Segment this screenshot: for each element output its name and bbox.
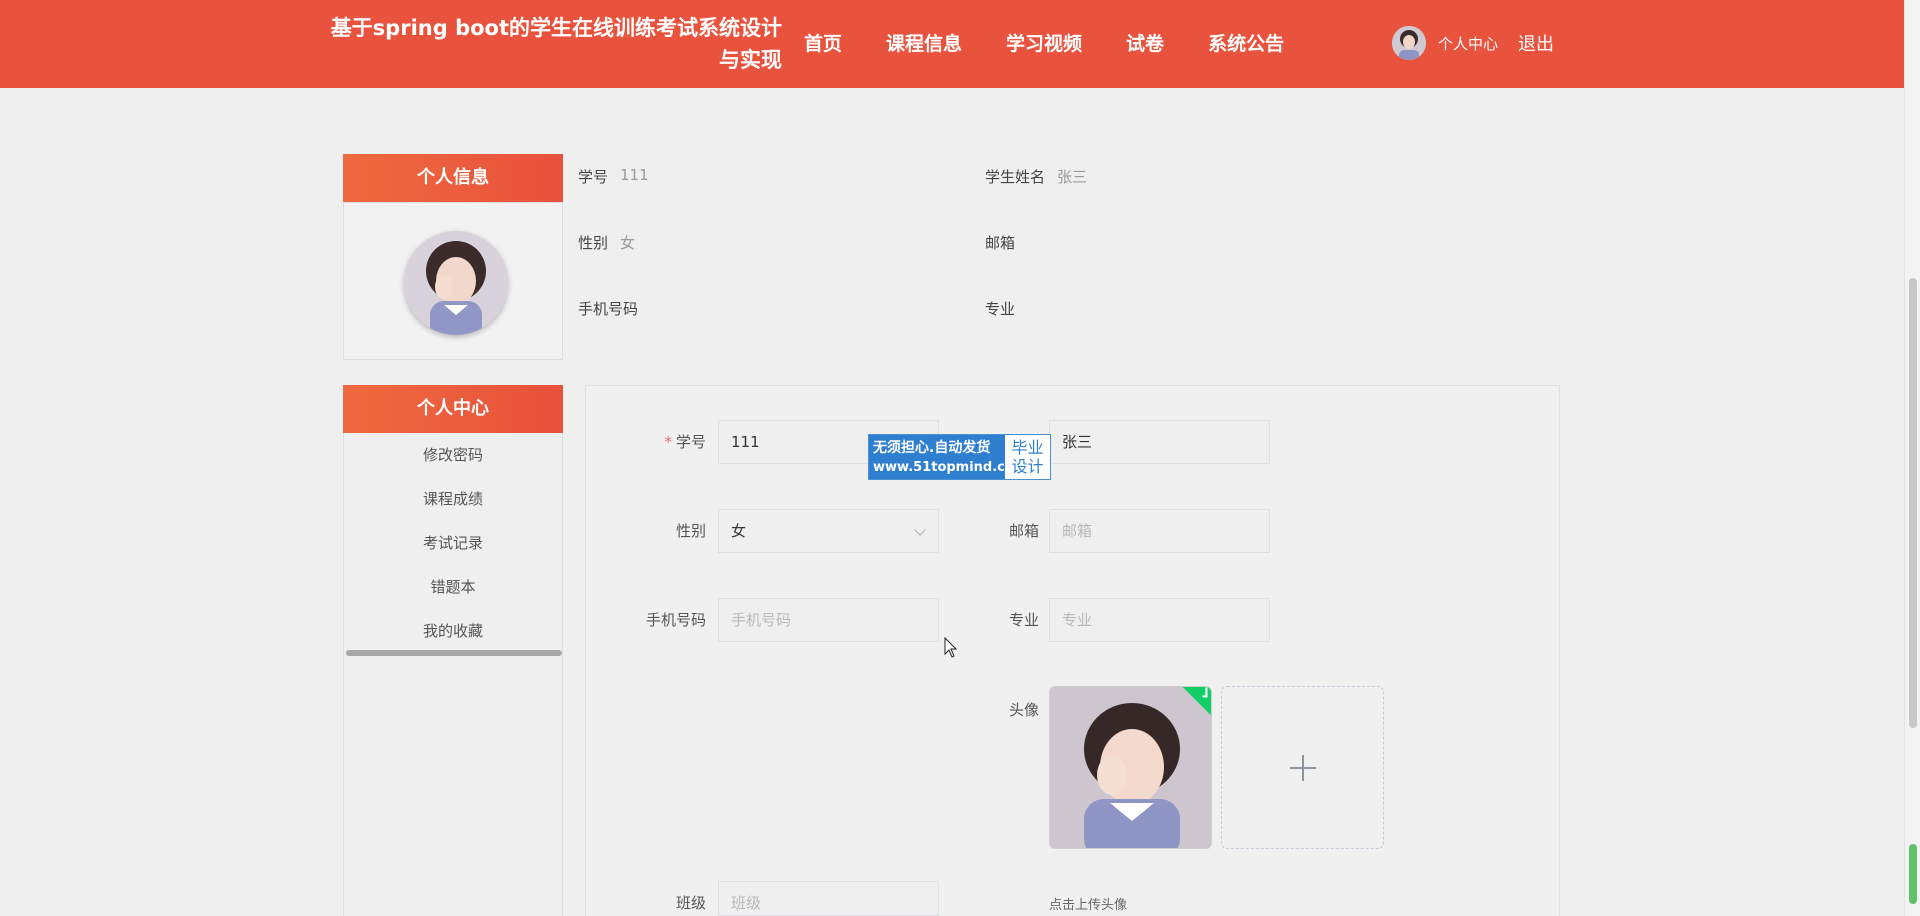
- avatar-upload-button[interactable]: [1221, 686, 1384, 849]
- gender-select[interactable]: 女: [718, 509, 939, 553]
- personal-center-menu: 修改密码 课程成绩 考试记录 错题本 我的收藏: [343, 433, 563, 916]
- avatar[interactable]: [1392, 26, 1426, 60]
- user-center-link[interactable]: 个人中心: [1438, 33, 1498, 54]
- form-avatar-label: 头像: [1008, 701, 1039, 719]
- profile-avatar-image: [404, 231, 508, 335]
- personal-info-heading: 个人信息: [343, 154, 563, 202]
- major-input[interactable]: 专业: [1049, 598, 1270, 642]
- email-input[interactable]: 邮箱: [1049, 509, 1270, 553]
- form-class-label: 班级: [675, 894, 706, 912]
- gender-select-value: 女: [731, 522, 747, 540]
- watermark-line1: 无须担心.自动发货: [873, 440, 991, 456]
- class-input[interactable]: 班级: [718, 881, 939, 916]
- menu-my-favorites[interactable]: 我的收藏: [344, 609, 562, 653]
- scrollbar-thumb[interactable]: [1909, 278, 1917, 728]
- required-mark: *: [664, 433, 672, 451]
- menu-change-password[interactable]: 修改密码: [344, 433, 562, 477]
- menu-scrollbar[interactable]: [346, 650, 562, 656]
- info-gender-label: 性别: [578, 234, 609, 252]
- form-phone-label: 手机号码: [645, 611, 706, 629]
- menu-course-scores[interactable]: 课程成绩: [344, 477, 562, 521]
- watermark-url: www.51topmind.com: [873, 460, 1028, 475]
- info-student-no-label: 学号: [578, 168, 609, 186]
- info-name-label: 学生姓名: [985, 168, 1046, 186]
- info-email-label: 邮箱: [985, 234, 1016, 252]
- form-student-no-label-text: 学号: [675, 433, 706, 451]
- site-title: 基于spring boot的学生在线训练考试系统设计与实现: [330, 16, 782, 72]
- nav-study-videos[interactable]: 学习视频: [1006, 26, 1082, 62]
- watermark-text: 无须担心.自动发货 www.51topmind.com: [869, 435, 1028, 479]
- top-header: 基于spring boot的学生在线训练考试系统设计与实现 首页 课程信息 学习…: [0, 0, 1904, 88]
- nav-exam-papers[interactable]: 试卷: [1126, 26, 1164, 62]
- mouse-cursor-icon: [944, 637, 958, 658]
- info-student-no-value: 111: [620, 166, 649, 184]
- logout-link[interactable]: 退出: [1518, 30, 1554, 56]
- main-nav: 首页 课程信息 学习视频 试卷 系统公告: [804, 26, 1328, 62]
- personal-center-heading: 个人中心: [343, 385, 563, 433]
- uploaded-avatar-preview[interactable]: [1049, 686, 1212, 849]
- menu-wrong-questions[interactable]: 错题本: [344, 565, 562, 609]
- upload-tip: 点击上传头像: [1049, 898, 1128, 913]
- info-major-label: 专业: [985, 300, 1016, 318]
- plus-icon: [1290, 755, 1316, 781]
- form-email-label: 邮箱: [1008, 522, 1039, 540]
- form-major-label: 专业: [1008, 611, 1039, 629]
- check-icon: [1202, 687, 1208, 698]
- avatar-card: [343, 202, 563, 360]
- chevron-down-icon: [914, 524, 926, 536]
- info-gender-value: 女: [620, 234, 636, 252]
- nav-course-info[interactable]: 课程信息: [886, 26, 962, 62]
- watermark-label: 毕业设计: [1011, 438, 1044, 476]
- student-name-input[interactable]: 张三: [1049, 420, 1270, 464]
- nav-home[interactable]: 首页: [804, 26, 842, 62]
- menu-exam-records[interactable]: 考试记录: [344, 521, 562, 565]
- scroll-indicator: [1909, 844, 1917, 904]
- user-area: 个人中心 退出: [1392, 26, 1554, 60]
- page-scrollbar[interactable]: [1904, 0, 1920, 916]
- nav-announcements[interactable]: 系统公告: [1208, 26, 1284, 62]
- form-student-no-label: * 学号: [616, 431, 706, 452]
- info-phone-label: 手机号码: [578, 300, 639, 318]
- info-name-value: 张三: [1057, 168, 1088, 186]
- phone-input[interactable]: 手机号码: [718, 598, 939, 642]
- watermark-badge: 无须担心.自动发货 www.51topmind.com 毕业设计: [868, 434, 1051, 480]
- form-gender-label: 性别: [675, 522, 706, 540]
